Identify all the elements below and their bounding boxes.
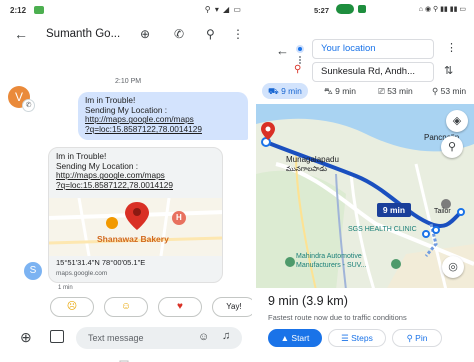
tab-motorcycle-label: 9 min <box>335 86 356 96</box>
meet-icon[interactable]: ⊕ <box>140 27 150 41</box>
status-bar: 2:12 ⚲ ▾ ◢ ▭ <box>0 0 252 22</box>
phone-icon[interactable]: ✆ <box>174 27 184 41</box>
map-label-mahindra-sub: Manufacturers - SUV... <box>296 262 367 269</box>
messages-app: 2:12 ⚲ ▾ ◢ ▭ ← Sumanth Go... ⊕ ✆ ⚲ ⋮ 2:1… <box>0 0 252 362</box>
map-label-tailor: Tailor <box>434 208 451 215</box>
pin-button[interactable]: ⚲ Pin <box>392 329 442 347</box>
call-indicator-icon <box>336 4 354 14</box>
layers-icon[interactable]: ◈ <box>446 110 468 132</box>
origin-dot-icon <box>296 45 304 53</box>
map-label-clinic: SGS HEALTH CLINIC <box>348 226 417 233</box>
tab-car[interactable]: ⛟ 9 min <box>262 83 308 99</box>
route-note: Fastest route now due to traffic conditi… <box>268 313 407 322</box>
status-icons: ⌂ ◉ ⚲ ▮▮ ▮▮ ▭ <box>418 6 466 13</box>
coordinates-text: 15°51'31.4"N 78°00'05.1"E <box>56 258 146 267</box>
transit-icon: ⎚ <box>378 86 385 96</box>
phone-badge-icon: ✆ <box>22 99 35 112</box>
message-input[interactable]: Text message ☺ ♫ <box>76 327 242 349</box>
contact-name[interactable]: Sumanth Go... <box>46 28 120 40</box>
start-button[interactable]: ▲ Start <box>268 329 322 347</box>
route-time-tag[interactable]: 9 min <box>377 203 411 217</box>
restaurant-icon <box>106 217 118 229</box>
destination-pin-icon: ⚲ <box>294 64 302 75</box>
maps-link-query[interactable]: ?q=loc:15.8587122,78.0014129 <box>85 124 241 135</box>
conversation-header: ← Sumanth Go... ⊕ ✆ ⚲ ⋮ <box>0 22 252 48</box>
location-message-card[interactable]: Im in Trouble! Sending My Location : htt… <box>48 147 223 283</box>
status-bar: 5:27 ⌂ ◉ ⚲ ▮▮ ▮▮ ▭ <box>256 0 474 22</box>
smart-reply-row: ☹ ☺ ♥ Yay! <box>50 297 252 319</box>
tab-transit-label: 53 min <box>387 86 413 96</box>
message-input-placeholder: Text message <box>88 333 144 343</box>
more-options-icon[interactable]: ⋮ <box>446 41 457 54</box>
route-connector <box>299 56 301 64</box>
hotel-letter: H <box>176 213 182 222</box>
reply-heart-emoji[interactable]: ♥ <box>158 297 202 317</box>
microphone-icon[interactable]: ♫ <box>222 330 230 342</box>
motorcycle-icon: ⛍ <box>324 86 333 96</box>
route-summary-sheet: 9 min (3.9 km) Fastest route now due to … <box>256 288 474 362</box>
my-location-icon[interactable]: ◎ <box>442 256 464 278</box>
more-options-icon[interactable]: ⋮ <box>232 27 244 41</box>
travel-mode-tabs: ⛟ 9 min ⛍ 9 min ⎚ 53 min ⚲ 53 min <box>256 83 474 101</box>
steps-button[interactable]: ☰ Steps <box>328 329 386 347</box>
map-label-munagalapadu-te: మునగాలపాడు <box>286 166 327 173</box>
notification-icon <box>358 5 366 13</box>
map-preview-graphic <box>49 197 222 257</box>
map-preview[interactable]: Shanawaz Bakery H <box>49 197 222 257</box>
avatar[interactable]: V ✆ <box>8 86 35 112</box>
map-label-munagalapadu: Munagalapadu <box>286 155 339 164</box>
status-time: 2:12 <box>10 6 27 15</box>
reply-yay-chip[interactable]: Yay! <box>212 297 252 317</box>
gallery-icon[interactable] <box>50 330 64 343</box>
notification-icon <box>34 6 44 14</box>
emoji-icon[interactable]: ☺ <box>198 331 209 343</box>
tab-walk[interactable]: ⚲ 53 min <box>426 83 472 99</box>
tab-car-label: 9 min <box>281 86 302 96</box>
search-along-route-icon[interactable]: ⚲ <box>441 136 463 158</box>
self-avatar[interactable]: S <box>24 262 42 280</box>
car-icon: ⛟ <box>268 86 279 96</box>
walk-icon: ⚲ <box>432 86 439 96</box>
status-time: 5:27 <box>314 6 330 15</box>
maps-app: 5:27 ⌂ ◉ ⚲ ▮▮ ▮▮ ▭ ← ⚲ Your location Sun… <box>256 0 474 362</box>
route-duration: 9 min (3.9 km) <box>268 294 348 308</box>
search-icon[interactable]: ⚲ <box>206 27 215 41</box>
swap-icon[interactable]: ⇅ <box>444 64 453 77</box>
route-map[interactable]: Munagalapadu మునగాలపాడు Pancnalin Tailor… <box>256 104 474 290</box>
tab-transit[interactable]: ⎚ 53 min <box>372 83 419 99</box>
tab-motorcycle[interactable]: ⛍ 9 min <box>318 83 362 99</box>
link-domain: maps.google.com <box>56 270 108 277</box>
message-timestamp: 2:10 PM <box>115 78 142 85</box>
tab-walk-label: 53 min <box>440 86 467 96</box>
maps-link-query[interactable]: ?q=loc:15.8587122,78.0014129 <box>56 180 215 191</box>
back-arrow-icon[interactable]: ← <box>14 26 28 42</box>
map-label-mahindra: Mahindra Automotive <box>296 253 362 260</box>
reply-smile-emoji[interactable]: ☺ <box>104 297 148 317</box>
outgoing-message[interactable]: Im in Trouble! Sending My Location : htt… <box>78 92 248 140</box>
destination-field[interactable]: Sunkesula Rd, Andh... <box>312 62 434 82</box>
reply-sad-emoji[interactable]: ☹ <box>50 297 94 317</box>
poi-icon <box>391 259 401 269</box>
poi-icon <box>285 257 295 267</box>
status-icons: ⚲ ▾ ◢ ▭ <box>204 5 242 14</box>
system-nav-bar <box>0 354 252 362</box>
destination-marker <box>457 208 465 216</box>
compose-bar: ⊕ Text message ☺ ♫ <box>0 325 252 351</box>
back-arrow-icon[interactable]: ← <box>276 43 289 58</box>
add-attachment-icon[interactable]: ⊕ <box>20 329 32 346</box>
message-age: 1 min <box>58 285 73 291</box>
place-label: Shanawaz Bakery <box>97 234 169 244</box>
origin-field[interactable]: Your location <box>312 39 434 59</box>
